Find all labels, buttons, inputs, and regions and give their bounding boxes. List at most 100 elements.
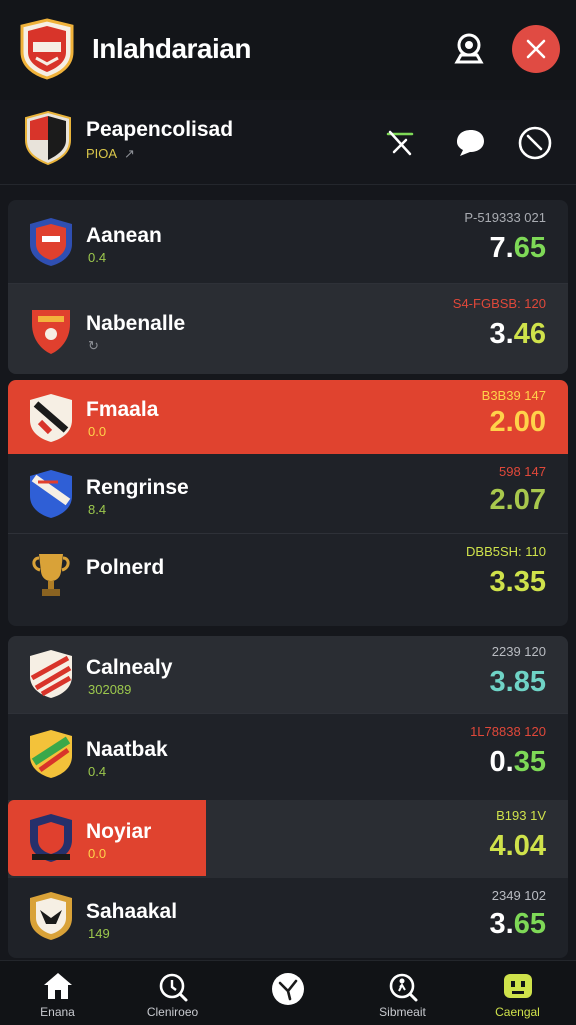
team-meta: 149 [88, 926, 110, 941]
odd-value[interactable]: 3.46 [490, 318, 546, 351]
match-title: Peapencolisad [86, 118, 234, 141]
team-row-selected[interactable]: Fmaala 0.0 B3B39 147 2.00 [8, 380, 568, 454]
odd-code: S4-FGBSB: 120 [452, 296, 546, 311]
odd-value-dec: 35 [513, 746, 546, 778]
nav-label: Caengal [495, 1005, 540, 1019]
runner-search-icon [389, 973, 417, 1002]
trophy-icon [32, 554, 70, 596]
app-title: Inlahdaraian [92, 33, 251, 64]
team-crest-icon [25, 110, 71, 166]
odd-value[interactable]: 3.85 [490, 666, 546, 699]
nav-label: Enana [40, 1005, 75, 1019]
stopwatch-icon [518, 126, 552, 160]
odd-value-dec: 46 [513, 318, 546, 350]
eagle-shield-icon [30, 892, 72, 940]
no-signal-button[interactable] [380, 122, 420, 162]
odd-value-dec: 65 [513, 908, 546, 940]
odd-value[interactable]: 7.65 [490, 232, 546, 265]
navy-shield-icon [30, 814, 72, 862]
team-meta: 8.4 [88, 502, 107, 517]
nav-profile[interactable]: Caengal [460, 961, 575, 1025]
odd-value[interactable]: 3.65 [490, 908, 546, 941]
striped-shield-icon [30, 394, 72, 442]
team-row[interactable]: Naatbak 0.4 1L78838 120 0.35 [8, 714, 568, 800]
odd-code: 2239 120 [491, 644, 546, 659]
odd-value-int: 3. [489, 908, 514, 940]
app-header: Inlahdaraian [0, 0, 576, 100]
team-meta: 302089 [88, 682, 132, 697]
odds-panel: Fmaala 0.0 B3B39 147 2.00 Rengrinse 8.4 … [8, 380, 568, 626]
search-icon [159, 973, 187, 1002]
odd-value-int: 2. [489, 484, 514, 516]
team-meta: 0.4 [88, 250, 107, 265]
odd-value[interactable]: 3.35 [490, 566, 546, 599]
nav-home[interactable]: Enana [0, 961, 115, 1025]
match-subheader: Peapencolisad PIOA ↗ [0, 100, 576, 185]
odds-panel: Calnealy 302089 2239 120 3.85 Naatbak 0.… [8, 636, 568, 958]
team-row[interactable]: Rengrinse 8.4 598 147 2.07 [8, 454, 568, 534]
home-icon [43, 973, 72, 999]
odd-code: B193 1V [496, 808, 546, 823]
team-name: Noyiar [86, 820, 152, 843]
ball-icon [271, 973, 304, 1005]
odds-panel: Aanean 0.4 P-519333 021 7.65 Nabenalle ↻… [8, 200, 568, 374]
odd-value[interactable]: 0.35 [490, 746, 546, 779]
bottom-navigation: Enana Cleniroeo Sibmeait Caengal [0, 960, 576, 1025]
blue-white-shield-icon [30, 470, 72, 518]
team-row[interactable]: Calnealy 302089 2239 120 3.85 [8, 636, 568, 714]
trend-arrow-icon: ↗ [123, 146, 135, 161]
nav-search[interactable]: Cleniroeo [115, 961, 230, 1025]
odd-value-int: 3. [489, 666, 514, 698]
odd-value-dec: 00 [513, 406, 546, 438]
nav-submit[interactable]: Sibmeait [345, 961, 460, 1025]
profile-button[interactable] [448, 28, 490, 70]
odd-value-int: 0. [489, 746, 514, 778]
team-row[interactable]: Polnerd DBB5SH: 110 3.35 [8, 534, 568, 626]
team-name: Naatbak [86, 738, 168, 761]
chat-button[interactable] [450, 122, 490, 162]
chat-bubble-icon [457, 130, 484, 156]
close-button[interactable] [512, 25, 560, 73]
team-meta: ↻ [88, 338, 99, 353]
team-row[interactable]: Nabenalle ↻ S4-FGBSB: 120 3.46 [8, 284, 568, 374]
team-row[interactable]: Aanean 0.4 P-519333 021 7.65 [8, 200, 568, 284]
team-name: Fmaala [86, 398, 159, 421]
team-row[interactable]: Sahaakal 149 2349 102 3.65 [8, 878, 568, 958]
close-icon [526, 39, 546, 59]
team-meta: 0.4 [88, 764, 107, 779]
odd-value-dec: 35 [513, 566, 546, 598]
odd-value-int: 4. [489, 830, 514, 862]
helmet-icon [454, 33, 484, 64]
match-meta-text: PIOA [86, 146, 117, 161]
odd-value-dec: 85 [513, 666, 546, 698]
odd-code: 1L78838 120 [470, 724, 546, 739]
odd-value[interactable]: 2.07 [490, 484, 546, 517]
red-stripe-shield-icon [30, 650, 72, 698]
odd-value-int: 7. [489, 232, 514, 264]
team-row[interactable]: Noyiar 0.0 B193 1V 4.04 [8, 800, 568, 878]
odd-value-dec: 04 [513, 830, 546, 862]
club-shield-logo [20, 18, 74, 80]
nav-label: Cleniroeo [146, 1005, 199, 1019]
odd-value-int: 3. [489, 566, 514, 598]
blue-red-shield-icon [30, 218, 72, 266]
odd-code: B3B39 147 [481, 388, 546, 403]
odd-value-dec: 07 [513, 484, 546, 516]
team-name: Sahaakal [86, 900, 178, 923]
odd-code: P-519333 021 [464, 210, 546, 225]
mascot-icon [503, 974, 532, 998]
odd-value[interactable]: 4.04 [490, 830, 546, 863]
team-name: Aanean [86, 224, 162, 247]
timer-button[interactable] [515, 122, 555, 162]
team-meta: 0.0 [88, 424, 107, 439]
team-name: Polnerd [86, 556, 165, 579]
odd-value[interactable]: 2.00 [490, 406, 546, 439]
team-name: Rengrinse [86, 476, 189, 499]
no-signal-icon [386, 130, 414, 156]
odd-code: DBB5SH: 110 [466, 544, 546, 559]
green-red-shield-icon [30, 730, 72, 778]
odd-value-dec: 65 [513, 232, 546, 264]
match-meta: PIOA ↗ [86, 146, 135, 162]
odd-code: 598 147 [499, 464, 546, 479]
nav-matches[interactable] [230, 961, 345, 1025]
